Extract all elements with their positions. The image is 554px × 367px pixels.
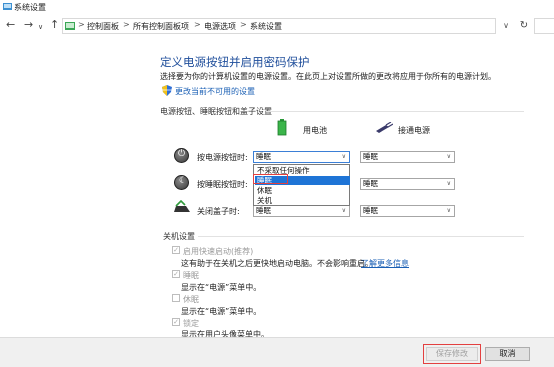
control-panel-icon (3, 3, 12, 10)
cancel-button[interactable]: 取消 (485, 347, 530, 361)
select-value: 睡眠 (256, 206, 271, 215)
search-input[interactable] (534, 18, 554, 34)
sleep-option-description: 显示在“电源”菜单中。 (181, 283, 262, 292)
highlight-box (423, 344, 481, 364)
sleep-checkbox[interactable]: ✓ (172, 270, 180, 278)
power-section-title: 电源按钮、睡眠按钮和盖子设置 (160, 107, 272, 116)
breadcrumb-separator: > (240, 20, 247, 29)
breadcrumb-all-items[interactable]: 所有控制面板项 (133, 21, 189, 32)
hibernate-checkbox[interactable] (172, 294, 180, 302)
sleep-option-label: 睡眠 (183, 271, 199, 280)
breadcrumb-control-panel[interactable]: 控制面板 (87, 21, 119, 32)
section-divider (198, 236, 524, 237)
power-button-plugged-select[interactable]: 睡眠 ∨ (360, 151, 455, 163)
up-icon[interactable]: ↑ (50, 18, 59, 32)
hibernate-option-description: 显示在“电源”菜单中。 (181, 307, 262, 316)
fast-startup-label: 启用快速启动(推荐) (183, 247, 254, 256)
battery-column-header: 用电池 (303, 126, 327, 135)
chevron-down-icon: ∨ (341, 207, 346, 214)
hibernate-option-label: 休眠 (183, 295, 199, 304)
page-title: 定义电源按钮并启用密码保护 (160, 55, 310, 69)
fast-startup-checkbox[interactable]: ✓ (172, 246, 180, 254)
laptop-lid-icon (174, 200, 190, 212)
chevron-down-icon: ∨ (446, 207, 451, 214)
breadcrumb-separator: > (194, 20, 201, 29)
close-lid-plugged-select[interactable]: 睡眠 ∨ (360, 205, 455, 217)
highlight-box (253, 174, 288, 184)
power-button-battery-select[interactable]: 睡眠 ∨ (253, 151, 350, 163)
breadcrumb-power-options[interactable]: 电源选项 (204, 21, 236, 32)
power-action-dropdown-list: 不采取任何操作 睡眠 休眠 关机 (253, 164, 350, 206)
sleep-button-plugged-select[interactable]: 睡眠 ∨ (360, 178, 455, 190)
chevron-down-icon: ∨ (446, 180, 451, 187)
learn-more-link[interactable]: 了解更多信息 (361, 258, 409, 269)
address-bar[interactable]: > 控制面板 > 所有控制面板项 > 电源选项 > 系统设置 (62, 18, 496, 34)
shutdown-section-title: 关机设置 (163, 232, 195, 241)
close-lid-label: 关闭盖子时: (197, 207, 240, 216)
plugged-in-column-header: 接通电源 (398, 126, 430, 135)
power-symbol-icon: ⏻ (178, 149, 186, 159)
navigation-bar: ← → ∨ ↑ > 控制面板 > 所有控制面板项 > 电源选项 > 系统设置 ∨… (0, 14, 554, 38)
battery-icon (277, 119, 287, 136)
page-description: 选择要为你的计算机设置的电源设置。在此页上对设置所做的更改将应用于你所有的电源计… (160, 72, 496, 81)
address-dropdown-icon[interactable]: ∨ (500, 18, 512, 34)
refresh-icon[interactable]: ↻ (517, 18, 531, 34)
breadcrumb-separator: > (123, 20, 130, 29)
breadcrumb-separator: > (78, 20, 85, 29)
lock-option-label: 锁定 (183, 319, 199, 328)
dropdown-option-shutdown[interactable]: 关机 (255, 196, 350, 205)
select-value: 睡眠 (363, 206, 378, 215)
breadcrumb-system-settings[interactable]: 系统设置 (250, 21, 282, 32)
chevron-down-icon: ∨ (341, 153, 346, 160)
fast-startup-description: 这有助于在关机之后更快地启动电脑。不会影响重启。 (181, 259, 373, 268)
lock-checkbox[interactable]: ✓ (172, 318, 180, 326)
select-value: 睡眠 (256, 152, 271, 161)
close-lid-battery-select[interactable]: 睡眠 ∨ (253, 205, 350, 217)
select-value: 睡眠 (363, 152, 378, 161)
recent-dropdown-icon[interactable]: ∨ (38, 20, 43, 34)
sleep-button-label: 按睡眠按钮时: (197, 180, 248, 189)
chevron-down-icon: ∨ (446, 153, 451, 160)
section-divider (266, 111, 524, 112)
moon-icon: ☾ (179, 176, 188, 186)
control-panel-icon (65, 22, 75, 30)
title-bar: 系统设置 (0, 0, 554, 14)
back-icon[interactable]: ← (6, 18, 15, 32)
power-plug-icon (376, 122, 393, 133)
power-button-label: 按电源按钮时: (197, 153, 248, 162)
dropdown-option-hibernate[interactable]: 休眠 (255, 186, 350, 195)
shield-icon (162, 85, 172, 96)
select-value: 睡眠 (363, 179, 378, 188)
window-title: 系统设置 (14, 3, 46, 12)
change-unavailable-settings-link[interactable]: 更改当前不可用的设置 (175, 86, 255, 97)
forward-icon[interactable]: → (24, 18, 33, 32)
